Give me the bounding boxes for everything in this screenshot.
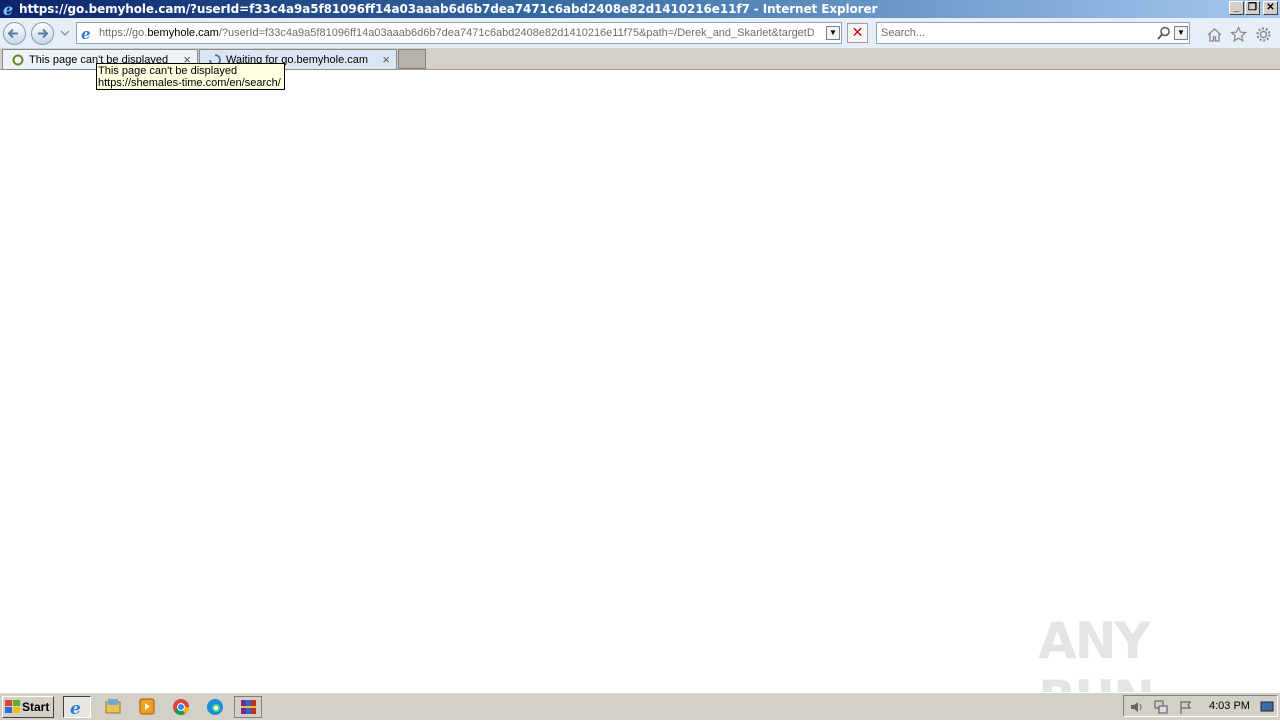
home-icon[interactable] (1206, 26, 1223, 43)
taskbar-explorer-button[interactable] (99, 696, 127, 718)
stop-x-icon: ✕ (851, 24, 864, 40)
search-dropdown-button[interactable]: ▼ (1174, 26, 1188, 40)
search-box[interactable]: Search... ▼ (876, 22, 1190, 44)
navigation-bar: e https://go.bemyhole.cam/?userId=f33c4a… (0, 18, 1280, 48)
tab-close-icon[interactable]: × (382, 52, 390, 67)
page-ie-icon: e (81, 25, 91, 41)
close-button[interactable]: ✕ (1263, 1, 1278, 15)
forward-button[interactable] (31, 22, 54, 45)
volume-icon[interactable] (1129, 700, 1143, 714)
url-rest: /?userId=f33c4a9a5f81096ff14a03aaab6d6b7… (218, 27, 814, 39)
taskbar-chrome-button[interactable] (167, 696, 195, 718)
file-explorer-icon (105, 699, 121, 714)
windows-logo-icon (5, 700, 20, 713)
winrar-icon (241, 700, 256, 714)
restore-button[interactable]: ❐ (1245, 1, 1260, 15)
internet-explorer-icon: e (3, 1, 13, 17)
svg-text:e: e (81, 25, 91, 41)
address-bar[interactable]: e https://go.bemyhole.cam/?userId=f33c4a… (76, 22, 842, 44)
network-icon[interactable] (1154, 700, 1168, 714)
anyrun-watermark: ANY RUN (1038, 612, 1238, 728)
search-icon[interactable] (1157, 26, 1171, 40)
taskbar-media-button[interactable] (133, 696, 161, 718)
window-title-bar[interactable]: e https://go.bemyhole.cam/?userId=f33c4a… (0, 0, 1280, 18)
taskbar-ie-button[interactable]: e (63, 696, 91, 719)
system-tray: 4:03 PM (1123, 695, 1278, 717)
address-dropdown-button[interactable]: ▼ (826, 26, 840, 40)
favorites-star-icon[interactable] (1230, 26, 1247, 43)
svg-text:e: e (3, 1, 13, 17)
start-button[interactable]: Start (2, 696, 54, 718)
address-url[interactable]: https://go.bemyhole.cam/?userId=f33c4a9a… (99, 27, 814, 39)
svg-text:e: e (70, 699, 81, 717)
taskbar-edge-button[interactable] (201, 696, 229, 718)
error-page-icon (12, 54, 24, 66)
internet-explorer-icon: e (70, 699, 81, 719)
media-player-icon (139, 698, 155, 715)
action-center-flag-icon[interactable] (1178, 700, 1192, 714)
chrome-icon (173, 699, 189, 715)
back-button[interactable] (3, 22, 26, 45)
search-placeholder: Search... (881, 27, 926, 39)
url-prefix: https://go. (99, 27, 148, 39)
stop-button[interactable]: ✕ (847, 23, 868, 43)
new-tab-button[interactable] (398, 49, 426, 69)
back-arrow-icon (7, 28, 18, 39)
clock[interactable]: 4:03 PM (1209, 700, 1250, 712)
show-desktop-icon[interactable] (1260, 700, 1274, 714)
window-title: https://go.bemyhole.cam/?userId=f33c4a9a… (19, 2, 878, 16)
page-content (0, 70, 1280, 692)
forward-arrow-icon (38, 28, 49, 39)
taskbar: Start e 4:03 PM (0, 692, 1280, 720)
history-dropdown-icon[interactable] (60, 30, 70, 38)
minimize-button[interactable]: _ (1229, 1, 1244, 15)
settings-gear-icon[interactable] (1255, 26, 1272, 43)
start-label: Start (22, 700, 50, 714)
taskbar-winrar-button[interactable] (234, 696, 262, 718)
url-domain: bemyhole.cam (147, 27, 219, 39)
edge-icon (207, 699, 223, 715)
